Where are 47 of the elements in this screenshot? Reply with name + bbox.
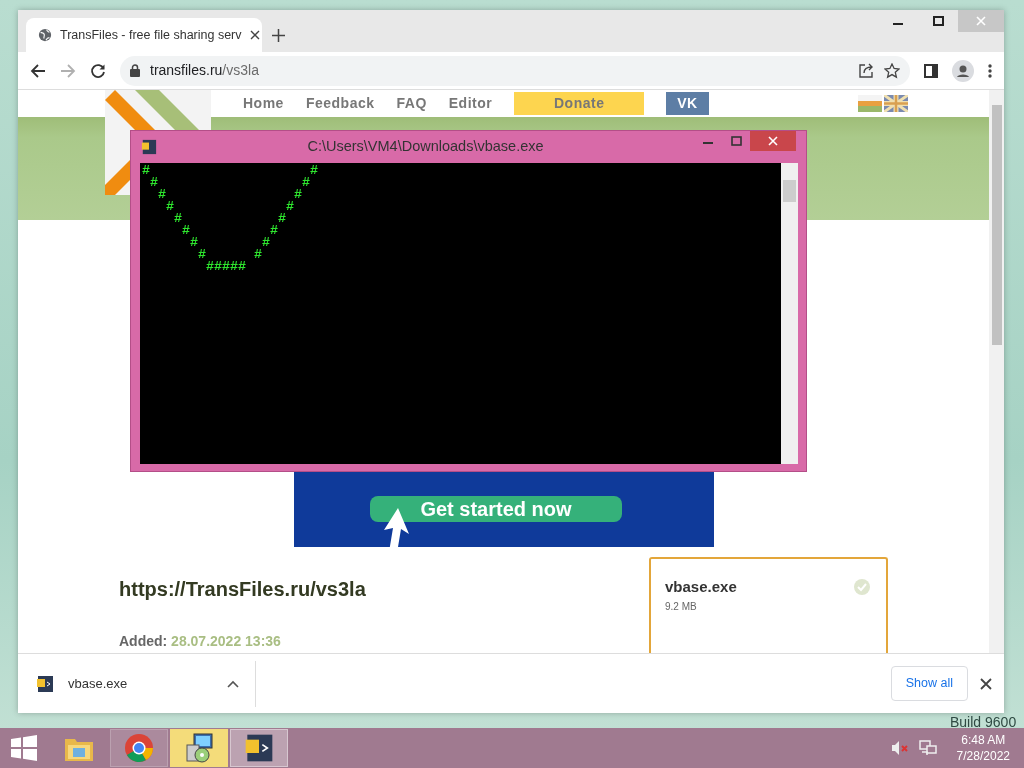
program-icon: [36, 674, 54, 693]
globe-icon: [38, 28, 52, 42]
file-size: 9.2 MB: [665, 600, 698, 614]
back-icon[interactable]: [30, 62, 46, 79]
donate-button[interactable]: Donate: [514, 92, 645, 115]
clock[interactable]: 6:48 AM 7/28/2022: [946, 731, 1010, 765]
reload-icon[interactable]: [90, 62, 106, 79]
build-text: Build 9600: [950, 713, 1017, 732]
lock-icon: [130, 64, 140, 77]
added-date: Added: 28.07.2022 13:36: [119, 632, 282, 651]
network-icon[interactable]: [918, 740, 937, 756]
browser-icon[interactable]: [110, 729, 168, 767]
browser-tab[interactable]: TransFiles - free file sharing serv: [26, 18, 262, 52]
flag-icon[interactable]: [884, 95, 908, 112]
installer-icon[interactable]: [170, 729, 228, 767]
get-started-button[interactable]: Get started now: [370, 496, 622, 522]
share-icon[interactable]: [858, 63, 874, 78]
clock-time: 6:48 AM: [960, 731, 1007, 748]
close-tab-icon[interactable]: [249, 30, 260, 40]
show-all-button[interactable]: Show all: [890, 666, 968, 701]
url-text: transfiles.ru/vs3la: [150, 61, 259, 80]
file-link-title: https://TransFiles.ru/vs3la: [119, 577, 367, 601]
muted-speaker-icon[interactable]: [890, 740, 909, 756]
clock-date: 7/28/2022: [956, 748, 1010, 765]
nav-link[interactable]: FAQ: [396, 93, 427, 114]
console-output: # # # # # # # # # # # # # # # # #####: [141, 163, 319, 273]
window-title: C:\Users\VM4\Downloads\vbase.exe: [306, 137, 545, 157]
caret-icon[interactable]: [227, 679, 239, 688]
program-icon: [141, 139, 157, 155]
profile-icon[interactable]: [952, 59, 974, 82]
side-panel-icon[interactable]: [924, 63, 938, 78]
nav-link[interactable]: Home: [243, 93, 284, 114]
address-bar[interactable]: transfiles.ru/vs3la: [120, 55, 910, 86]
page-scrollbar[interactable]: [989, 90, 1004, 653]
star-icon[interactable]: [884, 62, 900, 79]
console-app-icon[interactable]: [230, 729, 288, 767]
menu-icon[interactable]: [988, 63, 992, 78]
tab-title: TransFiles - free file sharing serv: [60, 26, 242, 44]
download-item[interactable]: vbase.exe: [36, 660, 256, 707]
nav-link[interactable]: Editor: [448, 93, 493, 114]
console-scrollbar[interactable]: [781, 163, 798, 464]
social-link[interactable]: VK: [666, 92, 709, 115]
nav-link[interactable]: Feedback: [305, 93, 375, 114]
file-name: vbase.exe: [665, 577, 737, 597]
close-icon[interactable]: [980, 677, 992, 690]
check-icon: [854, 579, 870, 595]
download-file-name: vbase.exe: [68, 674, 128, 693]
